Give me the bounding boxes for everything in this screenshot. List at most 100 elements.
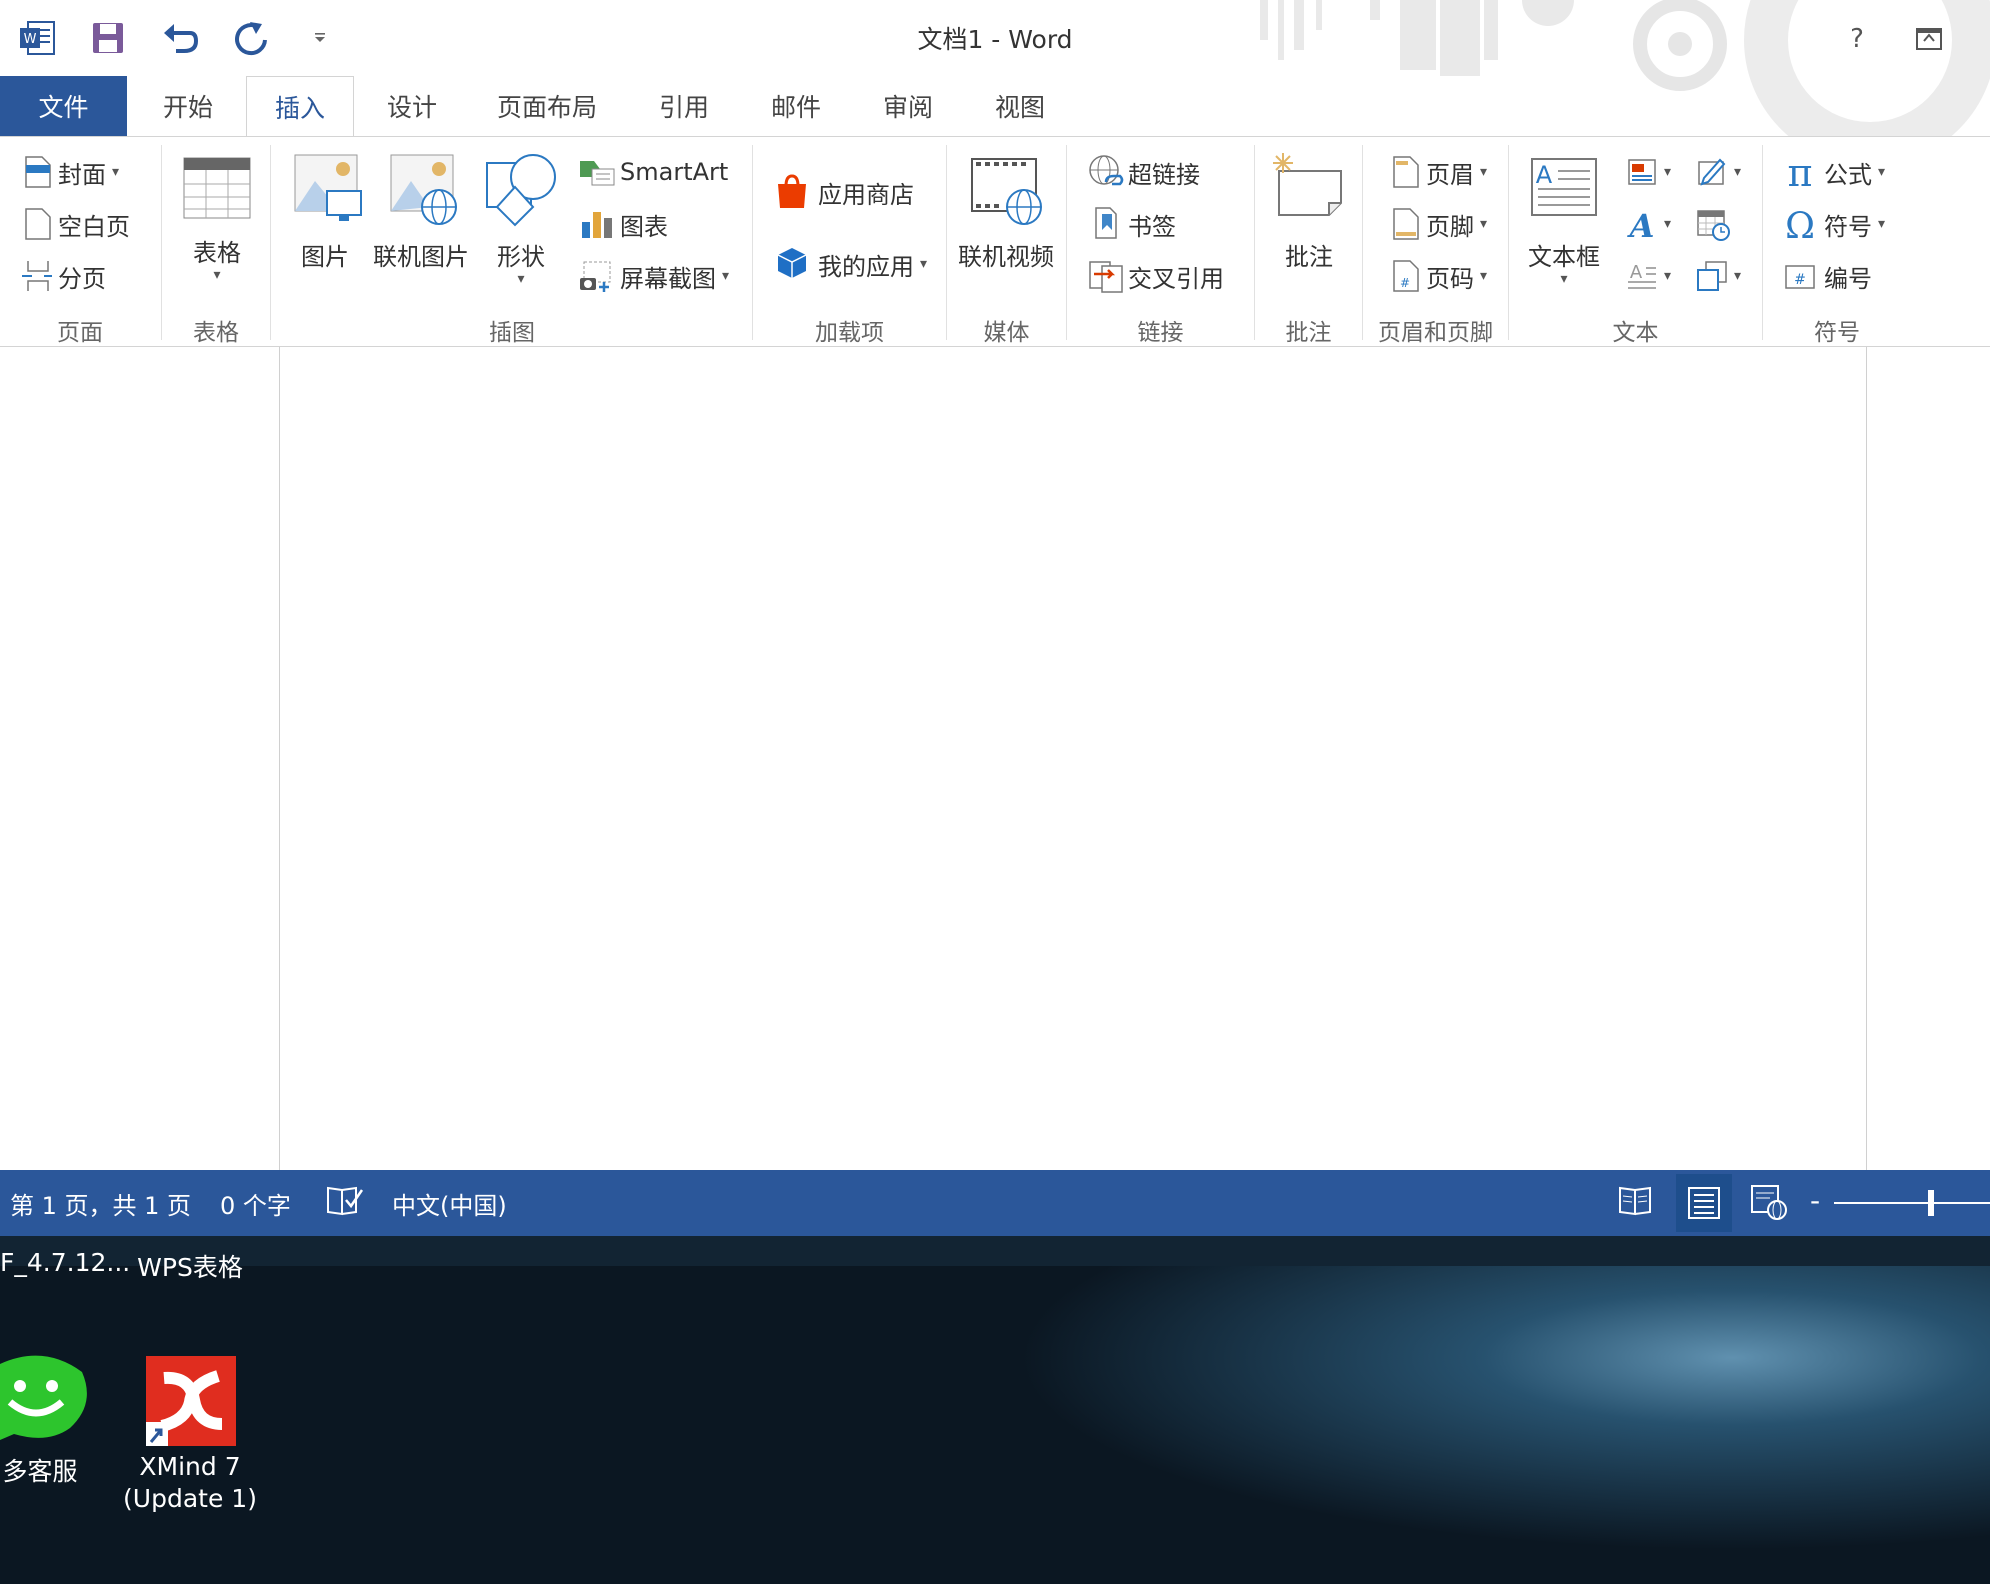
wordart-button[interactable]: A ▾ <box>1626 203 1671 245</box>
picture-icon <box>294 154 362 221</box>
ribbon: 封面 ▾ 空白页 分页 页面 表格 ▾ 表格 图片 联机图片 形状 ▾ Smar… <box>0 136 1990 347</box>
footer-icon <box>1393 208 1419 240</box>
object-button[interactable]: ▾ <box>1696 255 1741 297</box>
text-box-button[interactable]: A 文本框 ▾ <box>1516 151 1612 286</box>
text-box-icon: A <box>1531 158 1597 216</box>
online-picture-button[interactable]: 联机图片 <box>370 151 472 272</box>
cross-reference-button[interactable]: 交叉引用 <box>1088 255 1224 297</box>
page-number-button[interactable]: # 页码 ▾ <box>1390 255 1487 297</box>
word-count[interactable]: 0 个字 <box>220 1186 291 1221</box>
store-icon <box>778 174 806 208</box>
table-icon <box>183 157 251 219</box>
page-number-icon: # <box>1393 260 1419 292</box>
page-break-icon <box>22 261 52 291</box>
desktop-wallpaper <box>0 1236 1990 1584</box>
duokefu-icon[interactable] <box>0 1352 88 1440</box>
symbol-button[interactable]: Ω 符号 ▾ <box>1782 203 1885 245</box>
status-bar: 第 1 页，共 1 页 0 个字 中文(中国) - <box>0 1170 1990 1236</box>
drop-cap-icon: A <box>1628 262 1656 289</box>
group-label-illustrations: 插图 <box>489 320 535 346</box>
number-icon: # <box>1785 265 1815 289</box>
new-comment-button[interactable]: 批注 <box>1264 151 1354 272</box>
number-button[interactable]: # 编号 <box>1782 255 1872 297</box>
equation-button[interactable]: π 公式 ▾ <box>1782 151 1886 193</box>
group-label-addins: 加载项 <box>815 320 884 346</box>
tab-design[interactable]: 设计 <box>364 76 460 136</box>
group-label-text: 文本 <box>1612 320 1659 346</box>
group-label-header-footer: 页眉和页脚 <box>1378 320 1493 346</box>
xmind-icon[interactable] <box>146 1356 236 1446</box>
date-time-button[interactable] <box>1696 203 1730 245</box>
picture-button[interactable]: 图片 <box>282 151 368 272</box>
smartart-button[interactable]: SmartArt <box>578 151 728 193</box>
drop-cap-button[interactable]: A ▾ <box>1626 255 1671 297</box>
comment-icon <box>1273 153 1342 216</box>
ribbon-display-options-icon[interactable] <box>1906 18 1952 60</box>
my-apps-button[interactable]: 我的应用 ▾ <box>774 243 927 285</box>
page-break-button[interactable]: 分页 <box>22 255 106 297</box>
tab-review[interactable]: 审阅 <box>860 76 956 136</box>
document-page[interactable] <box>279 347 1867 1170</box>
page-count[interactable]: 第 1 页，共 1 页 <box>10 1186 191 1221</box>
group-label-links: 链接 <box>1137 320 1184 346</box>
chart-button[interactable]: 图表 <box>578 203 668 245</box>
svg-text:A: A <box>1627 207 1655 241</box>
group-label-media: 媒体 <box>983 320 1030 346</box>
read-mode-icon[interactable] <box>1618 1184 1654 1224</box>
cross-reference-icon <box>1089 261 1123 293</box>
store-button[interactable]: 应用商店 <box>774 171 914 213</box>
quick-parts-icon <box>1628 159 1656 185</box>
chart-icon <box>582 212 612 238</box>
language-status[interactable]: 中文(中国) <box>392 1186 507 1221</box>
tab-references[interactable]: 引用 <box>636 76 732 136</box>
desktop-icon-1[interactable]: F_4.7.12... <box>0 1248 130 1277</box>
quick-parts-button[interactable]: ▾ <box>1626 151 1671 193</box>
shapes-icon <box>486 154 556 227</box>
tab-insert[interactable]: 插入 <box>246 76 354 137</box>
svg-text:A: A <box>1536 161 1553 189</box>
signature-line-button[interactable]: ▾ <box>1696 151 1741 193</box>
svg-text:#: # <box>1400 276 1410 290</box>
pi-icon: π <box>1788 154 1813 190</box>
table-button[interactable]: 表格 ▾ <box>172 157 262 282</box>
wordart-icon: A <box>1627 207 1655 241</box>
tab-file[interactable]: 文件 <box>0 76 127 136</box>
bookmark-icon <box>1095 207 1117 239</box>
zoom-slider-thumb[interactable] <box>1928 1190 1934 1216</box>
bookmark-button[interactable]: 书签 <box>1088 203 1176 245</box>
svg-text:Ω: Ω <box>1785 206 1815 242</box>
svg-text:A: A <box>1630 262 1643 283</box>
footer-button[interactable]: 页脚 ▾ <box>1390 203 1487 245</box>
web-layout-icon[interactable] <box>1750 1184 1788 1226</box>
tab-mailings[interactable]: 邮件 <box>748 76 844 136</box>
zoom-slider[interactable] <box>1834 1202 1990 1204</box>
cover-page-button[interactable]: 封面 ▾ <box>22 151 119 193</box>
print-layout-icon[interactable] <box>1676 1174 1732 1232</box>
document-area <box>0 347 1990 1170</box>
help-button[interactable]: ? <box>1834 18 1880 60</box>
duokefu-label: 多客服 <box>2 1457 78 1486</box>
screenshot-icon <box>580 261 611 292</box>
my-apps-icon <box>777 248 807 278</box>
xmind-label-2: (Update 1) <box>123 1484 257 1513</box>
omega-icon: Ω <box>1785 206 1815 242</box>
online-video-button[interactable]: 联机视频 <box>952 151 1060 272</box>
window-title: 文档1 - Word <box>917 25 1073 54</box>
header-icon <box>1393 156 1419 188</box>
tab-layout[interactable]: 页面布局 <box>476 76 618 136</box>
proofing-icon[interactable] <box>326 1184 366 1224</box>
ribbon-tabs: 文件 开始 插入 设计 页面布局 引用 邮件 审阅 视图 <box>0 76 1990 137</box>
screenshot-button[interactable]: 屏幕截图 ▾ <box>578 255 729 297</box>
smartart-icon <box>580 161 615 186</box>
hyperlink-button[interactable]: 超链接 <box>1088 151 1200 193</box>
desktop-icon-wps[interactable]: WPS表格 <box>130 1248 250 1284</box>
desktop <box>0 1236 1990 1584</box>
tab-home[interactable]: 开始 <box>140 76 236 136</box>
header-button[interactable]: 页眉 ▾ <box>1390 151 1487 193</box>
group-label-table: 表格 <box>193 320 239 346</box>
shapes-button[interactable]: 形状 ▾ <box>474 151 568 286</box>
zoom-out-button[interactable]: - <box>1810 1184 1820 1217</box>
blank-page-button[interactable]: 空白页 <box>22 203 130 245</box>
tab-view[interactable]: 视图 <box>972 76 1068 136</box>
object-icon <box>1697 261 1727 291</box>
